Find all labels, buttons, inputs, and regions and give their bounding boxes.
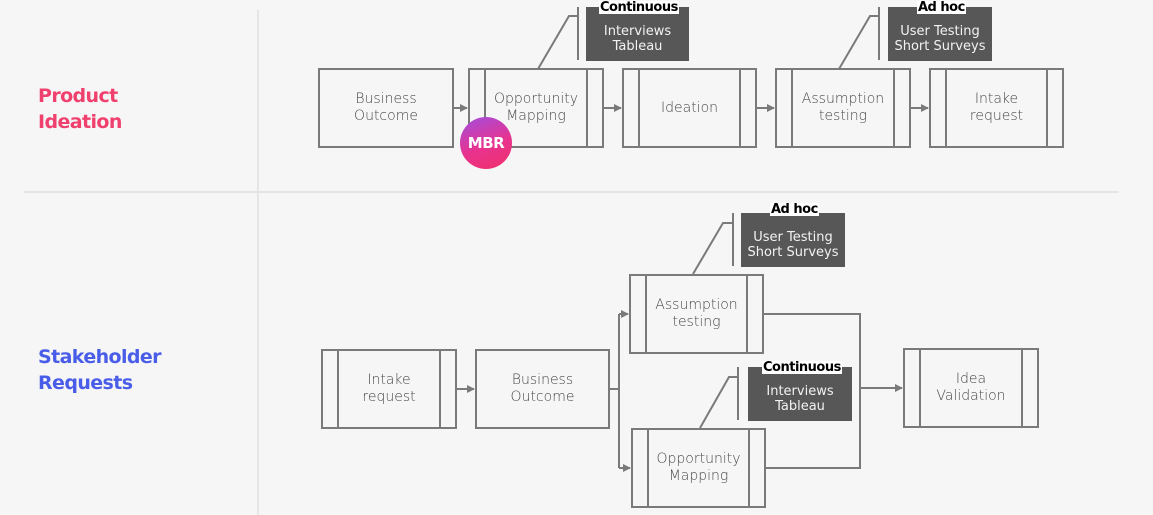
lane-divider	[24, 191, 1119, 193]
lane-header-divider	[257, 10, 259, 515]
leader-continuous-bottom	[699, 376, 738, 429]
annotation-label-adhoc-bottom: Ad hoc	[770, 202, 819, 217]
annotation-continuous-bottom: Interviews Tableau	[748, 367, 852, 421]
step-intake-request[interactable]: Intake request	[929, 68, 1064, 148]
annotation-label-adhoc-top: Ad hoc	[917, 0, 966, 15]
step-business-outcome[interactable]: Business Outcome	[318, 68, 454, 148]
annotation-label-continuous-bottom: Continuous	[762, 360, 842, 375]
step-intake-request-sr[interactable]: Intake request	[321, 349, 457, 429]
lane-title-stakeholder-requests: Stakeholder Requests	[38, 346, 162, 394]
leader-continuous-top	[537, 15, 578, 70]
step-assumption-testing-sr[interactable]: Assumption testing	[629, 274, 764, 354]
annotation-adhoc-top: User Testing Short Surveys	[888, 7, 992, 61]
step-ideation[interactable]: Ideation	[622, 68, 757, 148]
annotation-continuous-top: Interviews Tableau	[586, 7, 689, 61]
step-idea-validation[interactable]: Idea Validation	[903, 348, 1039, 428]
annotation-label-continuous-top: Continuous	[599, 0, 679, 15]
mbr-badge: MBR	[460, 117, 512, 169]
step-assumption-testing[interactable]: Assumption testing	[775, 68, 911, 148]
step-business-outcome-sr[interactable]: Business Outcome	[475, 349, 610, 429]
annotation-adhoc-bottom: User Testing Short Surveys	[741, 213, 845, 267]
leader-adhoc-bottom	[692, 222, 733, 275]
lane-title-product-ideation: Product Ideation	[38, 85, 122, 133]
step-opportunity-mapping-sr[interactable]: Opportunity Mapping	[631, 428, 766, 508]
leader-adhoc-top	[838, 15, 879, 70]
